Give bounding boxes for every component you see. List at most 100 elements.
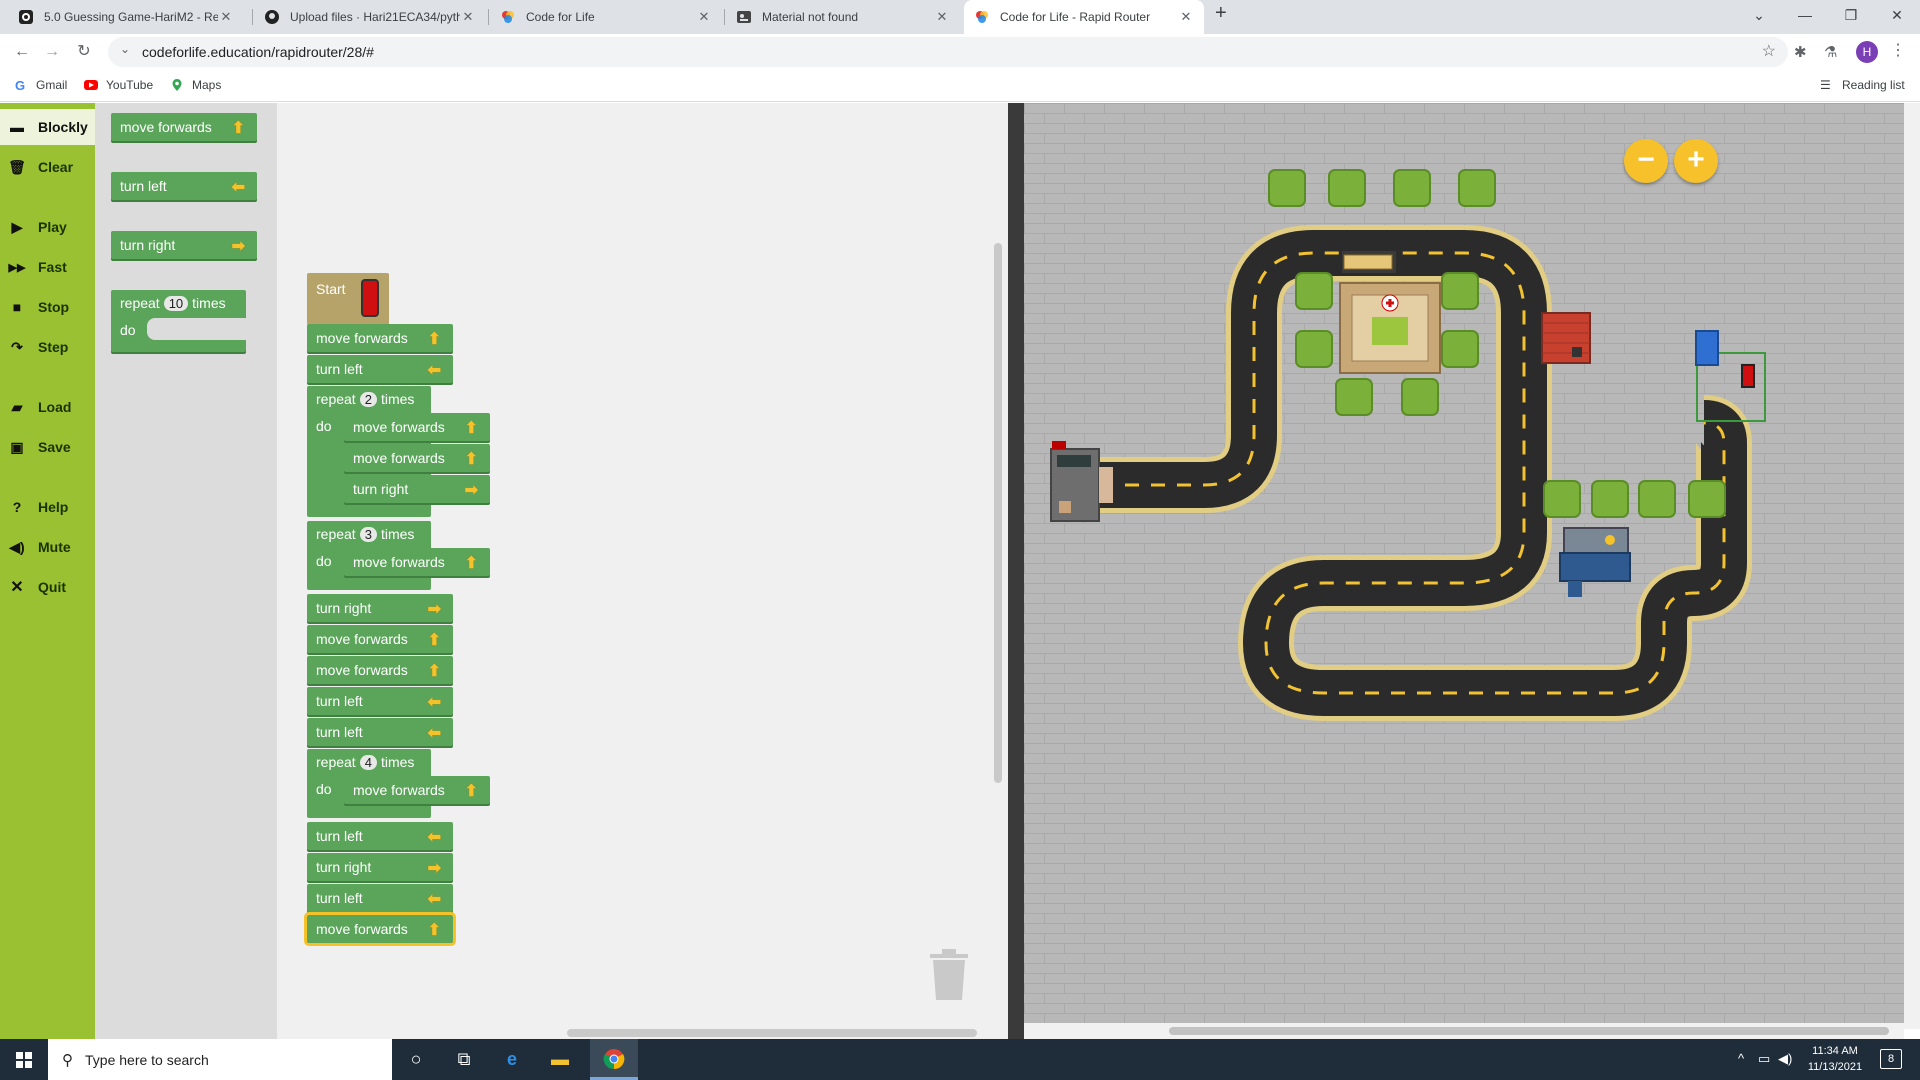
move-forwards-block[interactable]: move forwards ⬆ (307, 656, 453, 684)
extensions-icon[interactable]: ✱ (1794, 43, 1807, 61)
game-vertical-scrollbar[interactable] (1904, 103, 1920, 1029)
menu-fast[interactable]: ▶▶ Fast (0, 249, 95, 285)
menu-save[interactable]: ▣ Save (0, 429, 95, 465)
trash-can-icon[interactable] (928, 948, 970, 1000)
menu-play[interactable]: ▶ Play (0, 209, 95, 245)
turn-left-block[interactable]: turn left ⬅ (307, 687, 453, 715)
forward-icon[interactable]: → (40, 40, 64, 64)
menu-blockly[interactable]: ▬ Blockly (0, 109, 95, 145)
move-forwards-block[interactable]: move forwards ⬆ (344, 548, 490, 576)
close-icon[interactable]: ✕ (218, 9, 234, 25)
menu-clear[interactable]: 🗑 Clear (0, 149, 95, 185)
bookmark-gmail[interactable]: G Gmail (14, 78, 67, 92)
toolbox-turn-left-block[interactable]: turn left ⬅ (111, 172, 257, 200)
windows-start-icon[interactable] (0, 1039, 48, 1080)
block-label: turn right (316, 859, 372, 875)
tab-rapid-router[interactable]: Code for Life - Rapid Router ✕ (964, 0, 1204, 34)
move-forwards-block[interactable]: move forwards ⬆ (304, 912, 456, 946)
cortana-icon[interactable]: ○ (392, 1039, 440, 1080)
menu-help[interactable]: ? Help (0, 489, 95, 525)
edge-icon[interactable]: e (488, 1039, 536, 1080)
menu-step[interactable]: ↷ Step (0, 329, 95, 365)
minimize-icon[interactable]: — (1782, 0, 1828, 30)
turn-left-block[interactable]: turn left ⬅ (307, 718, 453, 746)
game-horizontal-scrollbar[interactable] (1024, 1023, 1904, 1039)
move-forwards-block[interactable]: move forwards ⬆ (344, 776, 490, 804)
profile-avatar[interactable]: H (1856, 41, 1878, 63)
move-forwards-block[interactable]: move forwards ⬆ (307, 324, 453, 352)
volume-icon[interactable]: ◀) (1778, 1051, 1792, 1067)
repeat-count-field[interactable]: 2 (359, 391, 377, 407)
bush (1335, 378, 1373, 416)
repeat-count-field[interactable]: 3 (359, 526, 377, 542)
chevron-up-icon[interactable]: ^ (1738, 1051, 1744, 1066)
bookmark-star-icon[interactable]: ☆ (1762, 41, 1776, 61)
restore-icon[interactable]: ❐ (1828, 0, 1874, 30)
tab-upload-files[interactable]: Upload files · Hari21ECA34/pytho ✕ (254, 0, 486, 34)
network-icon[interactable]: ▭ (1758, 1051, 1770, 1067)
taskbar-search-box[interactable]: ⚲ Type here to search (48, 1039, 392, 1080)
game-map (1024, 103, 1920, 1023)
close-icon[interactable]: ✕ (696, 9, 712, 25)
close-icon[interactable]: ✕ (460, 9, 476, 25)
tab-separator (488, 9, 489, 25)
do-label: do (316, 418, 332, 434)
move-forwards-block[interactable]: move forwards ⬆ (344, 413, 490, 441)
window-close-icon[interactable]: ✕ (1874, 0, 1920, 30)
task-view-icon[interactable]: ⧉ (440, 1039, 488, 1080)
start-block[interactable]: Start (307, 273, 389, 325)
menu-mute[interactable]: ◀) Mute (0, 529, 95, 565)
menu-label: Quit (38, 579, 66, 595)
zoom-in-button[interactable]: + (1674, 139, 1718, 183)
turn-left-block[interactable]: turn left ⬅ (307, 822, 453, 850)
tab-search-icon[interactable]: ⌄ (1736, 0, 1782, 30)
tab-guessing-game[interactable]: 5.0 Guessing Game-HariM2 - Rep ✕ (8, 0, 244, 34)
url-text: codeforlife.education/rapidrouter/28/# (142, 44, 374, 60)
address-bar[interactable]: ⌄ codeforlife.education/rapidrouter/28/#… (108, 37, 1788, 67)
turn-right-block[interactable]: turn right ➡ (344, 475, 490, 503)
turn-left-block[interactable]: turn left ⬅ (307, 884, 453, 912)
reading-list-button[interactable]: ☰ Reading list (1820, 78, 1905, 92)
back-icon[interactable]: ← (10, 40, 34, 64)
block-label: turn left (316, 361, 363, 377)
chrome-icon[interactable] (590, 1039, 638, 1080)
taskbar-clock[interactable]: 11:34 AM 11/13/2021 (1800, 1043, 1870, 1075)
turn-right-block[interactable]: turn right ➡ (307, 594, 453, 622)
menu-label: Clear (38, 159, 74, 175)
toolbox-move-forwards-block[interactable]: move forwards ⬆ (111, 113, 257, 141)
arrow-up-icon: ⬆ (464, 451, 478, 468)
workspace-vertical-scrollbar[interactable] (994, 243, 1002, 783)
menu-stop[interactable]: ■ Stop (0, 289, 95, 325)
bookmark-youtube[interactable]: YouTube (84, 78, 153, 92)
turn-right-block[interactable]: turn right ➡ (307, 853, 453, 881)
tab-code-for-life[interactable]: Code for Life ✕ (490, 0, 722, 34)
notification-icon[interactable]: 8 (1880, 1049, 1902, 1069)
turn-left-block[interactable]: turn left ⬅ (307, 355, 453, 383)
move-forwards-block[interactable]: move forwards ⬆ (344, 444, 490, 472)
workspace-horizontal-scrollbar[interactable] (567, 1029, 977, 1037)
tab-material-not-found[interactable]: Material not found ✕ (726, 0, 960, 34)
bookmark-maps[interactable]: Maps (170, 78, 221, 92)
file-explorer-icon[interactable]: ▬ (536, 1039, 584, 1080)
site-info-icon[interactable]: ⌄ (120, 42, 130, 56)
scroll-thumb[interactable] (1169, 1027, 1889, 1035)
repeat-count-field[interactable]: 10 (163, 295, 189, 311)
repeat-count-field[interactable]: 4 (359, 754, 377, 770)
repeat-slot (147, 318, 246, 340)
move-forwards-block[interactable]: move forwards ⬆ (307, 625, 453, 653)
new-tab-icon[interactable]: + (1215, 2, 1227, 25)
more-menu-icon[interactable]: ⋮ (1890, 40, 1906, 60)
menu-label: Fast (38, 259, 67, 275)
tab-title: 5.0 Guessing Game-HariM2 - Rep (44, 10, 218, 24)
toolbox-turn-right-block[interactable]: turn right ➡ (111, 231, 257, 259)
menu-load[interactable]: ▰ Load (0, 389, 95, 425)
close-icon[interactable]: ✕ (934, 9, 950, 25)
toolbox-repeat-block[interactable]: repeat 10 times do (111, 290, 246, 352)
lab-icon[interactable]: ⚗ (1824, 43, 1837, 61)
zoom-out-button[interactable]: − (1624, 139, 1668, 183)
close-icon[interactable]: ✕ (1178, 9, 1194, 25)
reload-icon[interactable]: ↻ (72, 40, 96, 64)
clock-time: 11:34 AM (1812, 1045, 1858, 1057)
panel-divider[interactable] (1008, 103, 1024, 1039)
menu-quit[interactable]: ✕ Quit (0, 569, 95, 605)
